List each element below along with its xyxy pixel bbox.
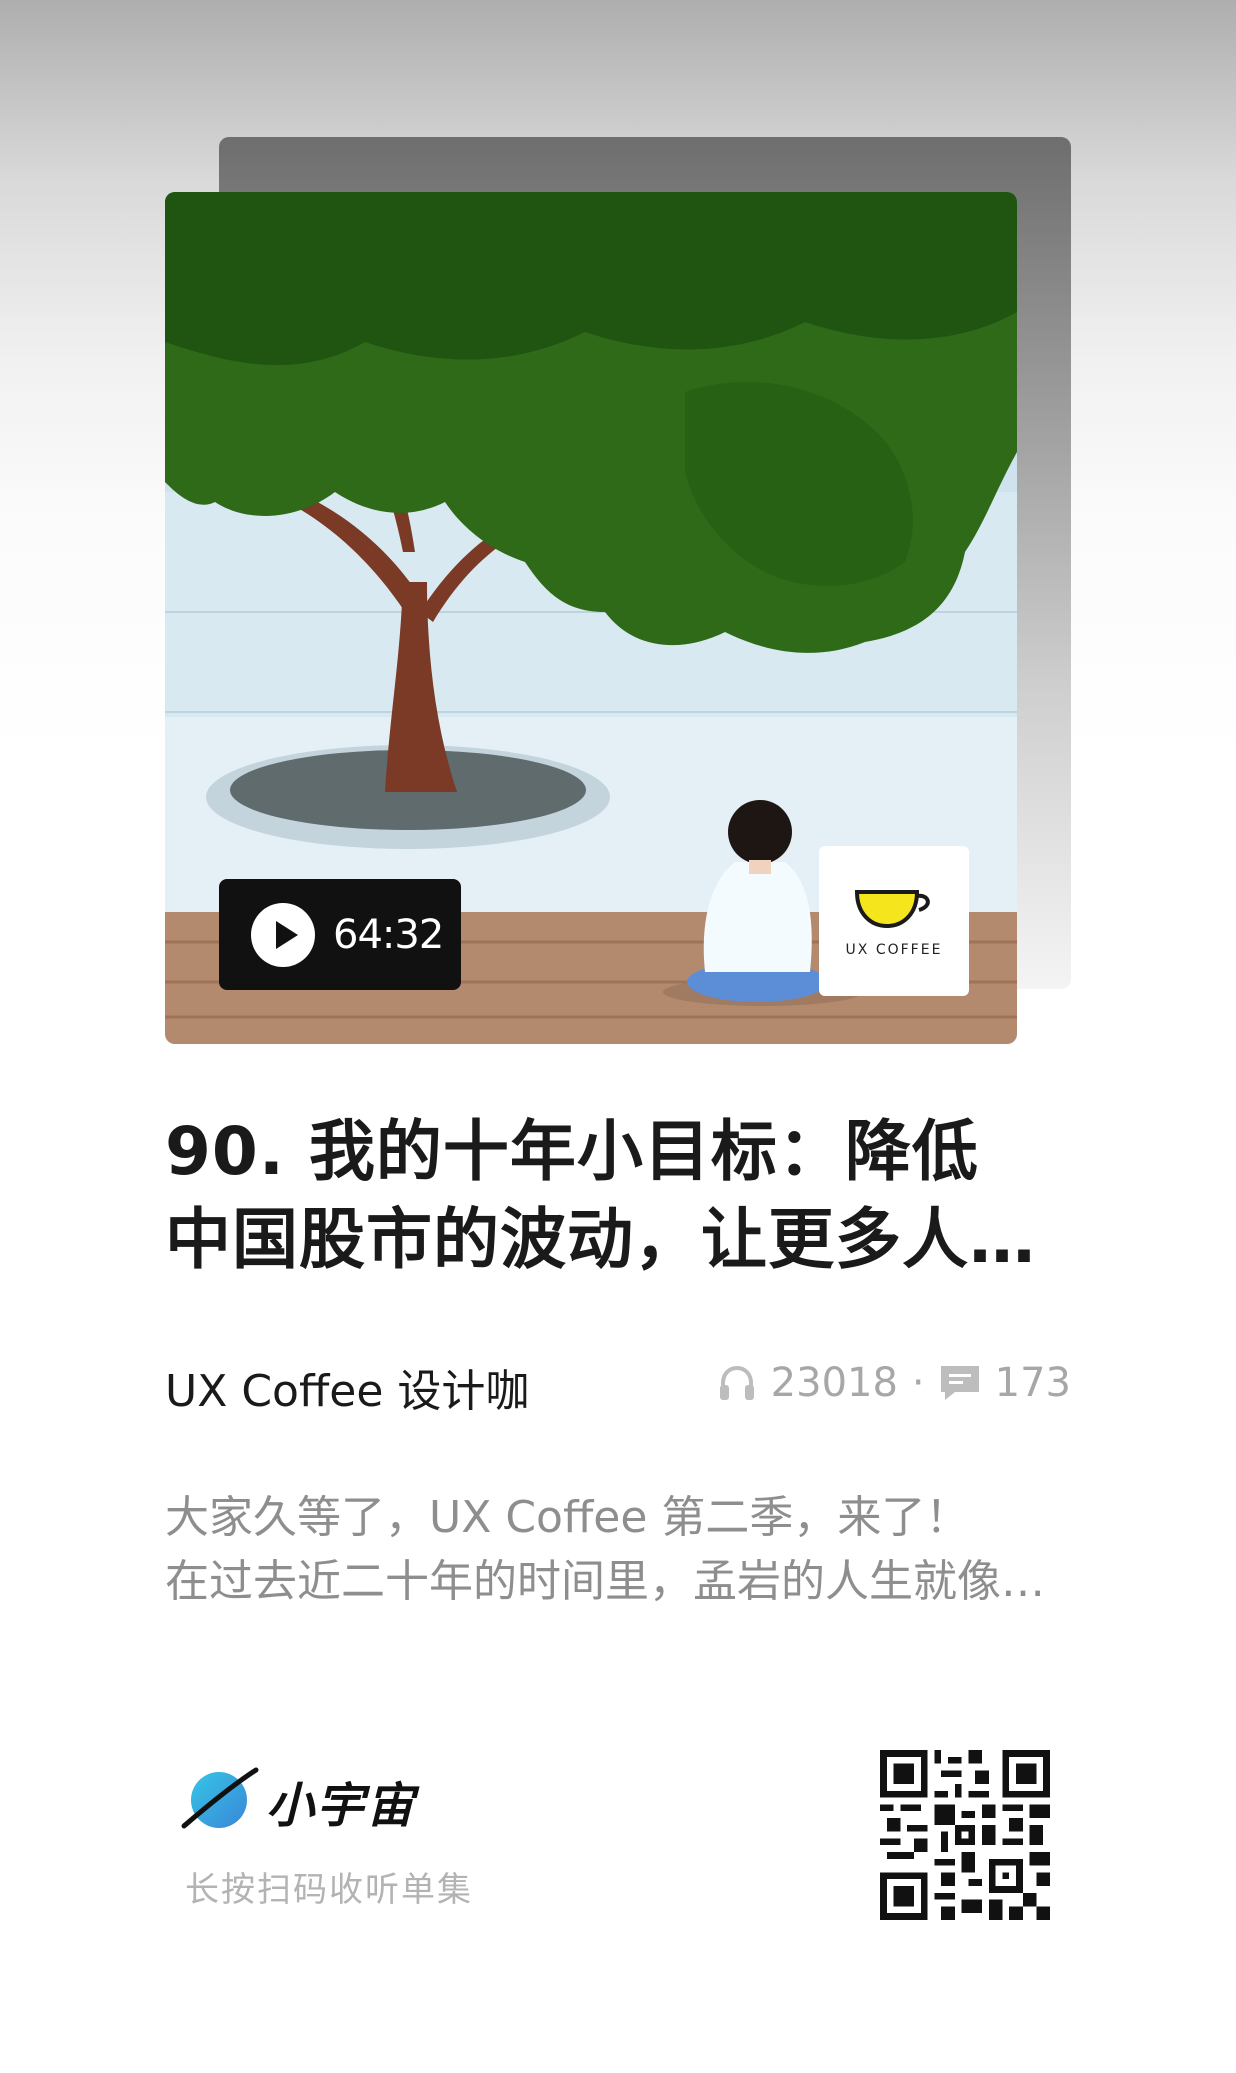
- play-count: 23018: [770, 1360, 898, 1406]
- description-line: 在过去近二十年的时间里，孟岩的人生就像…: [165, 1556, 1045, 1607]
- share-card: 64:32 UX COFFEE 90. 我的十年小目标：降低 中国股市的波动，让…: [0, 0, 1236, 2073]
- title-line: 90. 我的十年小目标：降低: [165, 1113, 979, 1190]
- headphone-icon: [719, 1365, 754, 1400]
- episode-stats: 23018 · 173: [717, 1358, 1071, 1408]
- comment-icon: [940, 1366, 979, 1400]
- ux-coffee-logo: UX COFFEE: [819, 846, 969, 996]
- episode-description: 大家久等了，UX Coffee 第二季，来了！ 在过去近二十年的时间里，孟岩的人…: [165, 1486, 1075, 1614]
- planet-logo-icon: [181, 1767, 259, 1829]
- brand-logo-text: UX COFFEE: [845, 942, 943, 958]
- app-name: 小宇宙: [266, 1778, 417, 1834]
- duration-badge[interactable]: 64:32: [219, 879, 461, 990]
- episode-cover[interactable]: 64:32 UX COFFEE: [165, 192, 1017, 1044]
- description-line: 大家久等了，UX Coffee 第二季，来了！: [165, 1492, 970, 1543]
- stats-separator: ·: [911, 1360, 925, 1406]
- duration-text: 64:32: [333, 911, 444, 958]
- podcast-name[interactable]: UX Coffee 设计咖: [165, 1355, 529, 1419]
- qr-code[interactable]: [880, 1750, 1050, 1920]
- play-icon[interactable]: [251, 902, 315, 967]
- coffee-cup-icon: [854, 890, 930, 929]
- comment-count: 173: [994, 1360, 1071, 1406]
- scan-hint: 长按扫码收听单集: [185, 1870, 473, 1910]
- episode-title: 90. 我的十年小目标：降低 中国股市的波动，让更多人…: [165, 1108, 1045, 1284]
- title-line: 中国股市的波动，让更多人…: [165, 1201, 1036, 1278]
